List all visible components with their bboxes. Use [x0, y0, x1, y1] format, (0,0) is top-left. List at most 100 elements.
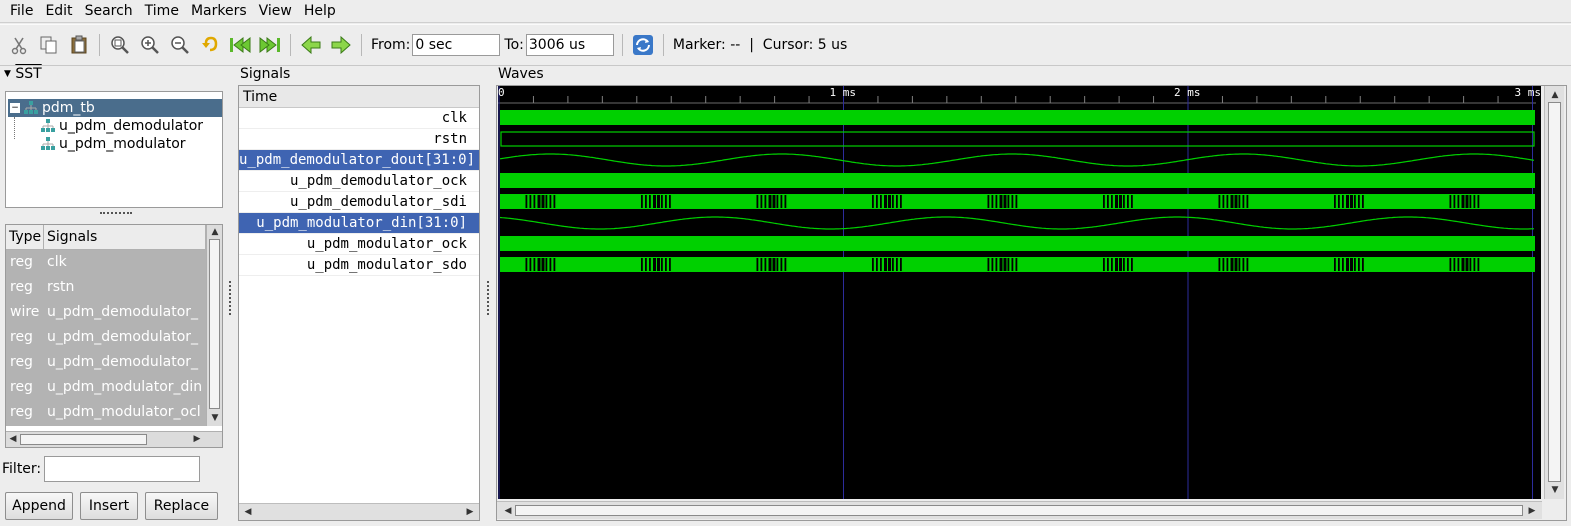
zoom-in-icon[interactable]	[138, 33, 162, 57]
next-edge-icon[interactable]	[329, 33, 353, 57]
waves-title: Waves	[498, 66, 544, 82]
scroll-right-icon[interactable]: ▶	[1525, 504, 1539, 518]
reload-icon[interactable]	[631, 33, 655, 57]
signal-row[interactable]: clk	[239, 108, 479, 129]
waveform-gap	[1362, 195, 1364, 208]
scroll-thumb[interactable]	[20, 434, 147, 445]
sst-list-row[interactable]: wire u_pdm_demodulator_	[6, 300, 206, 325]
tree-item-demodulator[interactable]: u_pdm_demodulator	[40, 117, 203, 135]
cut-icon[interactable]	[7, 33, 31, 57]
waveform-gap	[661, 195, 663, 208]
from-time-input[interactable]	[412, 34, 501, 56]
waveform-gap	[1461, 195, 1465, 208]
menu-edit[interactable]: Edit	[39, 0, 78, 22]
waves-hscroll[interactable]: ◀ ▶	[497, 501, 1542, 519]
waveform-demodulator-dout	[499, 153, 1535, 167]
waveform-gap	[1457, 258, 1460, 271]
scroll-thumb[interactable]	[209, 239, 220, 409]
go-to-start-icon[interactable]	[228, 33, 252, 57]
menu-time[interactable]: Time	[139, 0, 185, 22]
menu-view[interactable]: View	[253, 0, 298, 22]
waveform-gap	[1111, 195, 1113, 208]
waveform-gap	[1358, 195, 1360, 208]
waveform-gap	[896, 195, 898, 208]
copy-icon[interactable]	[37, 33, 61, 57]
tree-guide	[14, 117, 15, 139]
signal-type: wire	[10, 304, 40, 320]
waveform-gap	[1354, 195, 1356, 208]
signal-row[interactable]: u_pdm_modulator_ock	[239, 234, 479, 255]
prev-edge-icon[interactable]	[299, 33, 323, 57]
menu-search[interactable]: Search	[79, 0, 139, 22]
waveform-gap	[1234, 258, 1238, 271]
sst-signal-list: Type Signals reg clk reg rstn wire u_pdm_demo…	[5, 224, 223, 448]
sst-list-vscroll[interactable]: ▲ ▼	[206, 225, 222, 426]
scroll-thumb[interactable]	[515, 505, 1523, 516]
scroll-up-icon[interactable]: ▲	[1548, 88, 1562, 102]
pane-splitter[interactable]	[226, 66, 234, 526]
undo-zoom-icon[interactable]	[198, 33, 222, 57]
scroll-left-icon[interactable]: ◀	[501, 504, 515, 518]
column-header-signals[interactable]: Signals	[44, 225, 206, 249]
waveform-gap	[987, 195, 990, 208]
waveform-gap	[1007, 258, 1010, 271]
scroll-left-icon[interactable]: ◀	[241, 505, 255, 519]
waveform-gap	[1103, 195, 1105, 208]
toolbar-separator	[361, 34, 362, 56]
menu-help[interactable]: Help	[298, 0, 342, 22]
waves-vscroll[interactable]: ▲ ▼	[1544, 86, 1564, 499]
append-button[interactable]: Append	[5, 492, 73, 520]
waveform-canvas[interactable]: 0 1 ms 2 ms 3 ms	[498, 86, 1541, 499]
tree-item-modulator[interactable]: u_pdm_modulator	[40, 135, 186, 153]
signal-row[interactable]: u_pdm_demodulator_ock	[239, 171, 479, 192]
insert-button[interactable]: Insert	[80, 492, 138, 520]
signals-hscroll[interactable]: ◀ ▶	[239, 503, 479, 520]
signal-row[interactable]: u_pdm_demodulator_dout[31:0]	[239, 150, 479, 171]
sst-list-row[interactable]: reg u_pdm_demodulator_	[6, 325, 206, 350]
tree-item-root[interactable]: − pdm_tb	[8, 99, 222, 117]
signal-row[interactable]: u_pdm_demodulator_sdi	[239, 192, 479, 213]
signal-row[interactable]: u_pdm_modulator_sdo	[239, 255, 479, 276]
waveform-gap	[1003, 195, 1007, 208]
waveform-gap	[649, 195, 651, 208]
sst-list-row[interactable]: reg u_pdm_modulator_ocl	[6, 400, 206, 425]
waveform-gap	[764, 195, 767, 208]
replace-button[interactable]: Replace	[145, 492, 218, 520]
scroll-thumb[interactable]	[1548, 102, 1561, 482]
sst-list-row[interactable]: reg rstn	[6, 275, 206, 300]
zoom-out-icon[interactable]	[168, 33, 192, 57]
signal-row[interactable]: u_pdm_modulator_din[31:0]	[239, 213, 479, 234]
scroll-right-icon[interactable]: ▶	[190, 432, 204, 446]
time-ruler-label: 2 ms	[1174, 86, 1201, 99]
collapse-box-icon[interactable]: −	[10, 103, 20, 113]
scroll-right-icon[interactable]: ▶	[463, 505, 477, 519]
go-to-end-icon[interactable]	[258, 33, 282, 57]
to-time-input[interactable]	[525, 34, 614, 56]
pane-resize-grip[interactable]	[100, 212, 132, 217]
waveform-gap	[549, 195, 552, 208]
sst-list-hscroll[interactable]: ◀ ▶	[6, 431, 222, 447]
scroll-down-icon[interactable]: ▼	[1548, 483, 1562, 497]
signal-row[interactable]: rstn	[239, 129, 479, 150]
column-header-type[interactable]: Type	[6, 225, 44, 249]
menu-markers[interactable]: Markers	[185, 0, 253, 22]
waveform-gap	[991, 258, 994, 271]
waveform-gap	[1107, 258, 1109, 271]
pane-splitter[interactable]	[484, 66, 492, 526]
scroll-left-icon[interactable]: ◀	[6, 432, 20, 446]
sst-list-row[interactable]: reg u_pdm_demodulator_	[6, 350, 206, 375]
scroll-up-icon[interactable]: ▲	[208, 225, 222, 239]
waveform-gap	[1346, 195, 1349, 208]
sst-list-row[interactable]: reg u_pdm_modulator_din	[6, 375, 206, 400]
waveform-gap	[645, 258, 647, 271]
filter-input[interactable]	[44, 456, 200, 482]
zoom-fit-icon[interactable]	[108, 33, 132, 57]
waveform-gap	[1123, 195, 1125, 208]
marker-cursor-status: Marker: -- | Cursor: 5 us	[672, 37, 848, 53]
waveform-gap	[764, 258, 767, 271]
menu-file[interactable]: File	[4, 0, 39, 22]
scroll-down-icon[interactable]: ▼	[208, 411, 222, 425]
sst-list-row[interactable]: reg clk	[6, 250, 206, 275]
sst-title[interactable]: ▼ SST	[4, 66, 42, 82]
paste-icon[interactable]	[67, 33, 91, 57]
